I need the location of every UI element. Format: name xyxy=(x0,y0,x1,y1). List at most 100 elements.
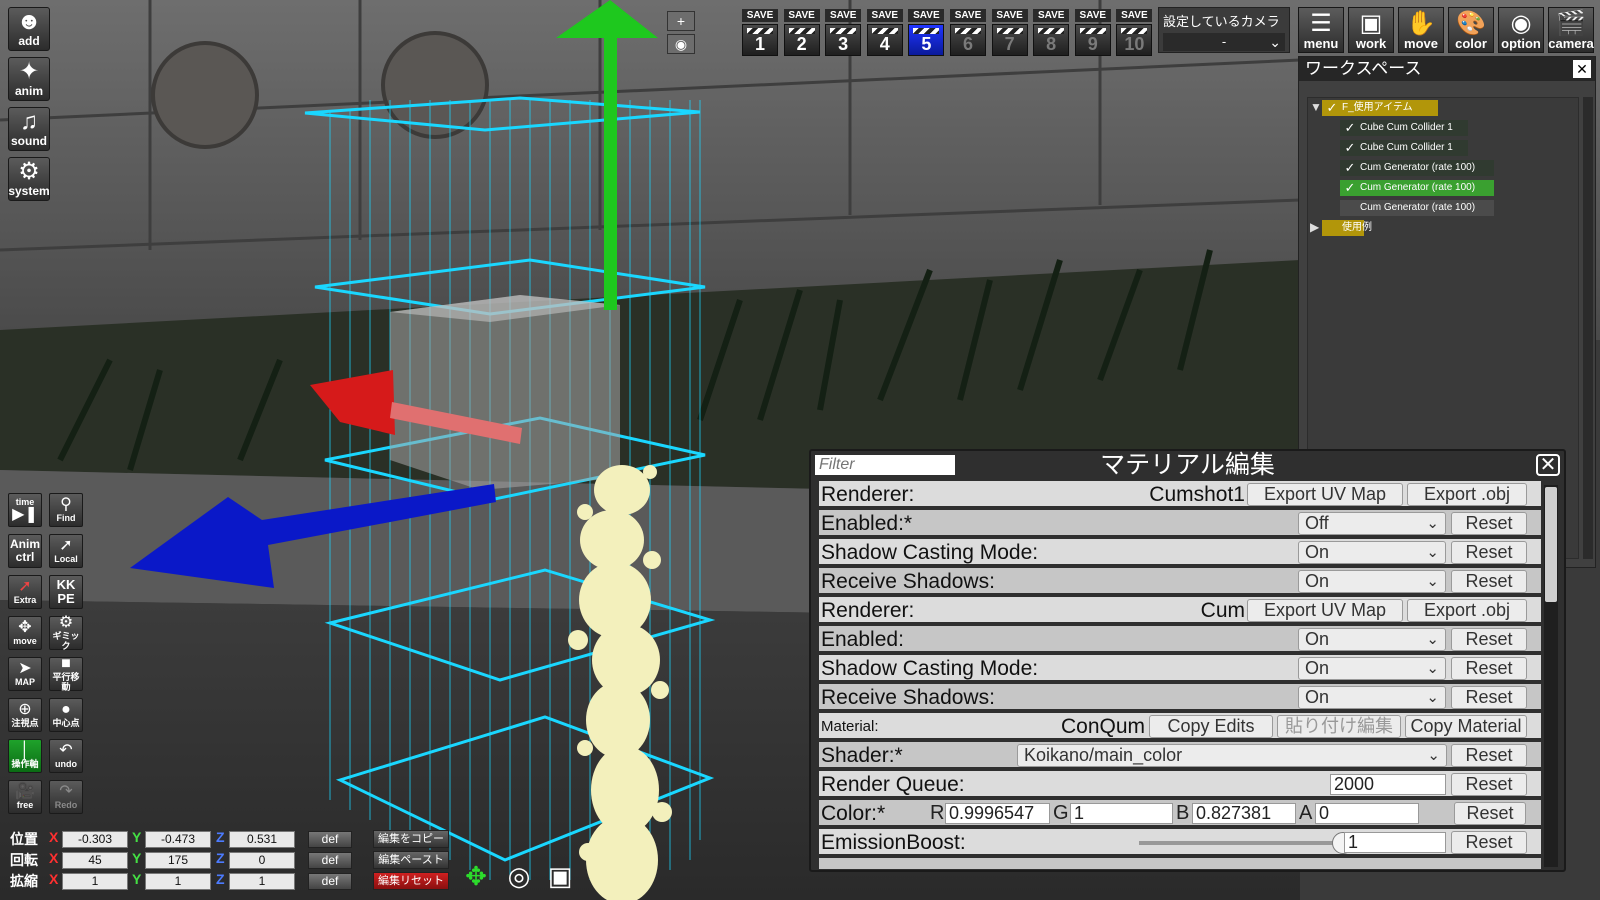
add-button[interactable]: ☻ add xyxy=(8,7,50,51)
tree-node-selected[interactable]: ✓ Cum Generator (rate 100) xyxy=(1340,180,1494,196)
scale-y-input[interactable]: 1 xyxy=(145,873,211,890)
color-button[interactable]: 🎨 color xyxy=(1448,7,1494,53)
camera-select-dropdown[interactable]: - ⌄ xyxy=(1163,33,1285,51)
material-editor-scrollbar[interactable] xyxy=(1544,485,1558,867)
parallel-move-button[interactable]: ■ 平行移動 xyxy=(49,656,83,692)
tree-node-item[interactable]: ✓ Cube Cum Collider 1 xyxy=(1340,120,1468,136)
rotation-default-button[interactable]: def xyxy=(308,852,352,869)
anim-ctrl-button[interactable]: Anim ctrl xyxy=(8,534,42,568)
menu-button[interactable]: ☰ menu xyxy=(1298,7,1344,53)
shader-dropdown[interactable]: Koikano/main_color ⌄ xyxy=(1017,744,1447,767)
position-z-input[interactable]: 0.531 xyxy=(229,831,295,848)
color-b-input[interactable] xyxy=(1192,803,1296,824)
collapsed-triangle-icon[interactable]: ▶ xyxy=(1310,220,1319,234)
checkbox-empty-icon[interactable] xyxy=(1343,201,1357,215)
move-button[interactable]: ✥ move xyxy=(8,616,42,650)
save-slot-5[interactable]: 5 xyxy=(908,24,945,56)
system-button[interactable]: ⚙ system xyxy=(8,157,50,201)
anim-button[interactable]: ✦ anim xyxy=(8,57,50,101)
shadow-casting-dropdown[interactable]: On ⌄ xyxy=(1298,541,1446,564)
emission-boost-slider[interactable] xyxy=(1139,841,1347,845)
eye-icon[interactable]: ◉ xyxy=(667,34,695,54)
rotation-y-input[interactable]: 175 xyxy=(145,852,211,869)
check-icon[interactable]: ✓ xyxy=(1343,181,1357,195)
move-gizmo-icon[interactable]: ✥ xyxy=(459,859,493,893)
check-icon[interactable]: ✓ xyxy=(1325,101,1339,115)
reset-button[interactable]: Reset xyxy=(1454,802,1526,825)
focus-point-button[interactable]: ⊕ 注視点 xyxy=(8,698,42,732)
map-button[interactable]: ➤ MAP xyxy=(8,657,42,691)
tree-node-item[interactable]: Cum Generator (rate 100) xyxy=(1340,200,1494,216)
paste-edits-button[interactable]: 貼り付け編集 xyxy=(1277,715,1401,738)
copy-edit-button[interactable]: 編集をコピー xyxy=(373,830,449,848)
gizmo-y-axis[interactable] xyxy=(604,30,617,310)
enabled-dropdown[interactable]: On ⌄ xyxy=(1298,628,1446,651)
save-slot-3[interactable]: 3 xyxy=(825,24,862,56)
export-uv-button[interactable]: Export UV Map xyxy=(1247,483,1403,506)
save-slot-6[interactable]: 6 xyxy=(950,24,986,56)
time-button[interactable]: time ▶❚ xyxy=(8,493,42,527)
cube-collider[interactable] xyxy=(390,295,620,490)
reset-button[interactable]: Reset xyxy=(1451,570,1527,593)
export-uv-button[interactable]: Export UV Map xyxy=(1247,599,1403,622)
check-icon[interactable]: ✓ xyxy=(1343,161,1357,175)
tree-node-folder[interactable]: ✓ F_使用アイテム xyxy=(1322,100,1438,116)
kkpe-button[interactable]: KK PE xyxy=(49,575,83,609)
reset-button[interactable]: Reset xyxy=(1451,541,1527,564)
find-button[interactable]: ⚲ Find xyxy=(49,493,83,527)
reset-button[interactable]: Reset xyxy=(1451,512,1527,535)
position-y-input[interactable]: -0.473 xyxy=(145,831,211,848)
tree-node-folder[interactable]: 使用例 xyxy=(1322,220,1372,236)
zoom-in-button[interactable]: + xyxy=(667,11,695,31)
color-a-input[interactable] xyxy=(1315,803,1419,824)
save-slot-4[interactable]: 4 xyxy=(866,24,903,56)
reset-button[interactable]: Reset xyxy=(1451,744,1527,767)
reset-button[interactable]: Reset xyxy=(1451,773,1527,796)
render-queue-input[interactable] xyxy=(1330,774,1446,795)
expand-triangle-icon[interactable]: ▼ xyxy=(1310,100,1322,114)
close-icon[interactable]: ✕ xyxy=(1573,60,1591,78)
checkbox-empty-icon[interactable] xyxy=(1325,221,1339,235)
color-g-input[interactable] xyxy=(1070,803,1173,824)
reset-button[interactable]: Reset xyxy=(1451,657,1527,680)
rotate-gizmo-icon[interactable]: ◎ xyxy=(502,859,536,893)
free-camera-button[interactable]: 🎥 free xyxy=(8,780,42,814)
close-icon[interactable]: ✕ xyxy=(1536,454,1560,476)
rotation-x-input[interactable]: 45 xyxy=(62,852,128,869)
rotation-z-input[interactable]: 0 xyxy=(229,852,295,869)
copy-edits-button[interactable]: Copy Edits xyxy=(1149,715,1273,738)
tree-node-item[interactable]: ✓ Cum Generator (rate 100) xyxy=(1340,160,1494,176)
emission-boost-input[interactable] xyxy=(1344,832,1446,853)
save-slot-8[interactable]: 8 xyxy=(1033,24,1070,56)
reset-button[interactable]: Reset xyxy=(1451,686,1527,709)
scale-z-input[interactable]: 1 xyxy=(229,873,295,890)
save-slot-2[interactable]: 2 xyxy=(783,24,820,56)
export-obj-button[interactable]: Export .obj xyxy=(1407,599,1527,622)
scale-gizmo-icon[interactable]: ▣ xyxy=(543,859,577,893)
shadow-casting-dropdown[interactable]: On ⌄ xyxy=(1298,657,1446,680)
work-button[interactable]: ▣ work xyxy=(1348,7,1394,53)
undo-button[interactable]: ↶ undo xyxy=(49,739,83,773)
reset-button[interactable]: Reset xyxy=(1451,831,1527,854)
local-button[interactable]: ➚ Local xyxy=(49,534,83,568)
reset-edit-button[interactable]: 編集リセット xyxy=(373,872,449,890)
position-default-button[interactable]: def xyxy=(308,831,352,848)
center-point-button[interactable]: ● 中心点 xyxy=(49,698,83,732)
paste-edit-button[interactable]: 編集ペースト xyxy=(373,851,449,869)
position-x-input[interactable]: -0.303 xyxy=(62,831,128,848)
redo-button[interactable]: ↷ Redo xyxy=(49,780,83,814)
workspace-scrollbar[interactable] xyxy=(1583,97,1593,559)
option-button[interactable]: ◉ option xyxy=(1498,7,1544,53)
save-slot-9[interactable]: 9 xyxy=(1074,24,1111,56)
camera-button[interactable]: 🎬 camera xyxy=(1548,7,1594,53)
tree-node-item[interactable]: ✓ Cube Cum Collider 1 xyxy=(1340,140,1468,156)
color-r-input[interactable] xyxy=(945,803,1050,824)
filter-input[interactable] xyxy=(815,455,955,475)
check-icon[interactable]: ✓ xyxy=(1343,121,1357,135)
save-slot-1[interactable]: 1 xyxy=(742,24,778,56)
reset-button[interactable]: Reset xyxy=(1451,628,1527,651)
receive-shadows-dropdown[interactable]: On ⌄ xyxy=(1298,570,1446,593)
copy-material-button[interactable]: Copy Material xyxy=(1405,715,1527,738)
scale-default-button[interactable]: def xyxy=(308,873,352,890)
check-icon[interactable]: ✓ xyxy=(1343,141,1357,155)
